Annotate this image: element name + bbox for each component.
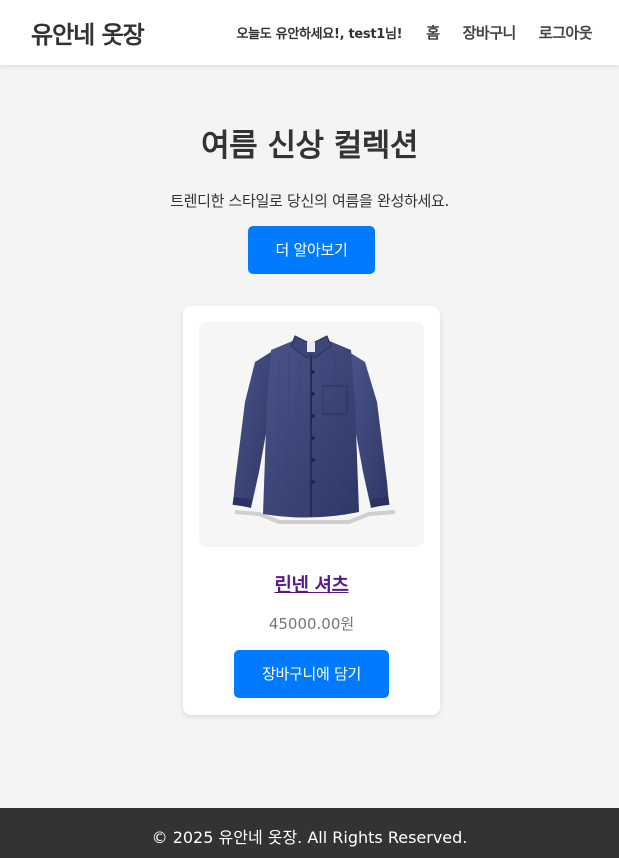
add-to-cart-button[interactable]: 장바구니에 담기 <box>234 650 389 698</box>
nav-cart[interactable]: 장바구니 <box>463 22 517 43</box>
shirt-image-icon <box>232 335 396 524</box>
learn-more-button[interactable]: 더 알아보기 <box>248 226 375 274</box>
footer-copyright: © 2025 유안네 옷장. All Rights Reserved. <box>151 828 468 847</box>
user-greeting: 오늘도 유안하세요!, test1님! <box>236 27 403 42</box>
site-header: 유안네 옷장 오늘도 유안하세요!, test1님! 홈 장바구니 로그아웃 <box>0 0 619 65</box>
product-price: 45000.00원 <box>268 615 355 633</box>
nav-home[interactable]: 홈 <box>426 22 440 43</box>
product-name-link[interactable]: 린넨 셔츠 <box>183 570 440 597</box>
hero-subtitle: 트렌디한 스타일로 당신의 여름을 완성하세요. <box>170 192 449 210</box>
site-logo[interactable]: 유안네 옷장 <box>31 15 145 50</box>
main-nav: 오늘도 유안하세요!, test1님! 홈 장바구니 로그아웃 <box>236 22 592 43</box>
product-card: 린넨 셔츠 45000.00원 장바구니에 담기 <box>183 306 440 715</box>
nav-logout[interactable]: 로그아웃 <box>539 22 593 43</box>
hero-section: 여름 신상 컬렉션 트렌디한 스타일로 당신의 여름을 완성하세요. <box>0 120 619 210</box>
site-footer: © 2025 유안네 옷장. All Rights Reserved. <box>0 808 619 858</box>
hero-title: 여름 신상 컬렉션 <box>201 128 418 164</box>
product-image[interactable] <box>199 322 424 547</box>
